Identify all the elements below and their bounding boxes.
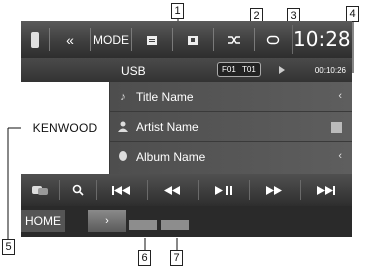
info-bar: USB F01 T01 00:10:26 [21,58,352,82]
callout-6: 6 [138,250,151,266]
scroll-box-icon[interactable] [331,122,342,133]
callout-5: 5 [2,239,15,255]
track-number: T01 [242,65,256,74]
callout-7: 7 [170,250,183,266]
clock: 10:28 [292,25,351,54]
tag-row-title: ♪ Title Name ‹ [110,82,352,112]
car-stereo-screen: « MODE 10:28 USB F01 T01 00:10:26 KENWOO [21,21,352,237]
arrow-button[interactable]: › [88,210,126,232]
prev-track-icon[interactable] [97,174,147,206]
scroll-text-icon[interactable]: ‹ [338,150,342,162]
phone-icon[interactable] [21,25,49,54]
next-track-icon[interactable] [301,174,352,206]
tag-row-album: Album Name ‹ [110,142,352,172]
home-button[interactable]: HOME [21,210,65,232]
artwork: KENWOOD [21,82,109,174]
tag-row-artist: Artist Name [110,112,352,142]
folder-number: F01 [222,65,236,74]
fast-forward-icon[interactable] [250,174,300,206]
folder-list-icon[interactable] [132,25,172,54]
brand-logo-text: KENWOOD [32,121,98,135]
scroll-text-icon[interactable]: ‹ [338,90,342,102]
shuffle-icon[interactable] [214,25,254,54]
back-button[interactable]: « [50,25,90,54]
mode-button[interactable]: MODE [91,25,131,54]
bottom-bar: HOME › [21,206,352,237]
folder-icon[interactable] [173,25,213,54]
artist-name: Artist Name [136,120,199,134]
search-icon[interactable] [60,174,96,206]
top-bar: « MODE 10:28 [21,21,352,58]
title-name: Title Name [136,90,194,104]
callout-1: 1 [171,3,184,19]
rewind-icon[interactable] [148,174,198,206]
indicator-7 [161,220,189,230]
source-label: USB [121,64,146,78]
callout-4: 4 [346,6,359,22]
folder-track-indicator: F01 T01 [217,62,261,77]
playback-status-icon [279,66,285,74]
list-switch-icon[interactable] [21,174,59,206]
control-bar [21,174,352,206]
play-time: 00:10:26 [314,66,346,75]
tag-info-panel: ♪ Title Name ‹ Artist Name Album Name ‹ [110,82,352,174]
indicator-6 [129,220,157,230]
album-name: Album Name [136,150,206,164]
repeat-icon[interactable] [255,25,291,54]
music-note-icon: ♪ [120,91,126,103]
person-icon [116,120,130,134]
play-pause-icon[interactable] [199,174,249,206]
disc-icon [116,150,130,164]
